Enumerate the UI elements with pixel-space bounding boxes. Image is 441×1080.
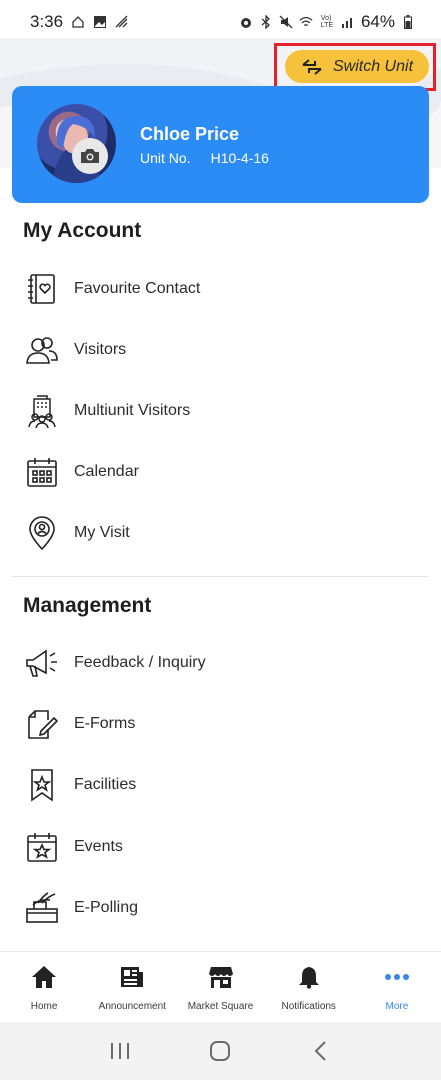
recent-apps-icon [109,1041,131,1061]
menu-item-e-polling[interactable]: E-Polling [0,883,441,933]
store-icon [207,963,235,991]
bell-icon [295,963,323,991]
battery-percent: 64% [360,12,395,31]
menu-label: Facilities [74,776,137,793]
calendar-icon [24,454,60,490]
menu-item-favourite-contact[interactable]: Favourite Contact [0,264,441,314]
nav-label: More [385,1001,409,1012]
system-navigation-bar [0,1022,441,1080]
bookmark-star-icon [24,767,60,803]
menu-label: Calendar [74,463,139,480]
nav-home[interactable]: Home [0,952,88,1022]
recent-apps-button[interactable] [100,1031,140,1071]
menu-label: Events [74,838,123,855]
home-circle-icon [209,1040,231,1062]
menu-label: Visitors [74,341,127,358]
unit-number: H10-4-16 [210,150,269,166]
change-photo-button[interactable] [72,138,108,174]
mute-icon [279,15,293,29]
menu-label: E-Forms [74,715,136,732]
nav-announcement[interactable]: Announcement [88,952,176,1022]
menu-item-e-forms[interactable]: E-Forms [0,699,441,749]
form-pencil-icon [24,706,60,742]
back-button[interactable] [301,1031,341,1071]
section-title-my-account: My Account [23,219,142,242]
cellular-signal-icon [341,15,355,29]
menu-item-my-visit[interactable]: My Visit [0,508,441,558]
menu-label: Favourite Contact [74,280,201,297]
section-divider [12,576,428,577]
address-book-heart-icon [24,271,60,307]
menu-label: Multiunit Visitors [74,402,191,419]
nav-label: Notifications [281,1001,336,1012]
menu-label: Feedback / Inquiry [74,654,206,671]
ballot-box-icon [24,890,60,926]
back-chevron-icon [313,1040,329,1062]
home-small-icon [71,15,85,29]
more-dots-icon [383,963,411,991]
battery-icon [401,15,415,29]
camera-icon [80,148,100,164]
newspaper-icon [118,963,146,991]
highlight-box [274,43,436,91]
home-system-button[interactable] [200,1031,240,1071]
bottom-navigation: Home Announcement Market Square Notifica… [0,951,441,1022]
nav-label: Home [30,1001,58,1012]
menu-label: My Visit [74,524,130,541]
home-icon [30,963,58,991]
menu-item-visitors[interactable]: Visitors [0,325,441,375]
location-pin-user-icon [24,515,60,551]
alarm-icon [239,15,253,29]
menu-item-multiunit-visitors[interactable]: Multiunit Visitors [0,386,441,436]
menu-item-feedback-inquiry[interactable]: Feedback / Inquiry [0,638,441,688]
menu-item-events[interactable]: Events [0,822,441,872]
menu-label: E-Polling [74,899,139,916]
bluetooth-icon [259,15,273,29]
menu-item-facilities[interactable]: Facilities [0,760,441,810]
menu-item-calendar[interactable]: Calendar [0,447,441,497]
gallery-icon [93,15,107,29]
nav-more[interactable]: More [353,952,441,1022]
unit-info: Unit No. H10-4-16 [140,150,269,166]
users-icon [24,332,60,368]
signal-strength-icon [115,15,129,29]
megaphone-icon [24,645,60,681]
profile-name: Chloe Price [140,124,240,144]
nav-label: Market Square [187,1001,254,1012]
unit-label: Unit No. [140,150,191,166]
profile-card[interactable]: Chloe Price Unit No. H10-4-16 [12,86,429,203]
building-people-icon [24,393,60,429]
calendar-star-icon [24,829,60,865]
nav-notifications[interactable]: Notifications [265,952,353,1022]
status-time: 3:36 [30,12,64,31]
wifi-icon [299,15,313,29]
volte-icon: Vo) LTE [320,15,334,29]
nav-label: Announcement [98,1001,166,1012]
nav-market-square[interactable]: Market Square [176,952,264,1022]
section-title-management: Management [23,594,152,617]
